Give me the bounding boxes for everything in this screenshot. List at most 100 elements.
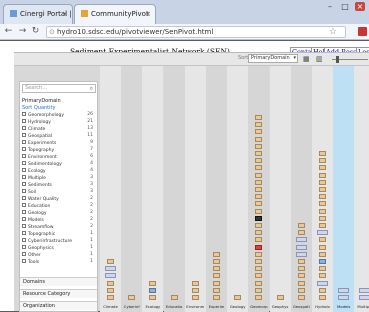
resource-tile[interactable] — [255, 179, 263, 185]
facet-checkbox[interactable] — [22, 119, 26, 123]
resource-tile[interactable] — [255, 165, 263, 171]
resource-tile[interactable] — [319, 208, 326, 214]
extension-icon[interactable] — [358, 27, 367, 36]
facet-checkbox[interactable] — [22, 189, 26, 193]
resource-tile[interactable] — [255, 223, 263, 228]
resource-tile[interactable] — [255, 280, 263, 286]
resource-tile[interactable] — [297, 259, 305, 264]
resource-tile[interactable] — [213, 273, 220, 279]
resource-tile[interactable] — [107, 287, 114, 293]
facet-item[interactable]: Tools 1 — [22, 259, 96, 265]
pivot-column[interactable]: Environm — [184, 66, 206, 312]
pivot-column[interactable]: Cyberinf — [121, 66, 143, 312]
resource-tile[interactable] — [255, 251, 263, 257]
facet-item[interactable]: Streamflow 2 — [22, 224, 96, 230]
resource-tile[interactable] — [170, 295, 178, 300]
resource-tile[interactable] — [297, 273, 305, 279]
facet-item[interactable]: Sediments 3 — [22, 182, 96, 188]
resource-tile[interactable] — [107, 259, 114, 264]
resource-tile[interactable] — [319, 273, 326, 279]
resource-tile[interactable] — [319, 295, 326, 300]
facet-item[interactable]: Climate 13 — [22, 126, 96, 132]
resource-tile[interactable] — [297, 223, 305, 228]
minimize-button[interactable]: – — [325, 2, 335, 11]
facet-item[interactable]: Education 2 — [22, 203, 96, 209]
facet-checkbox[interactable] — [22, 175, 26, 179]
facet-item[interactable]: Topographic 1 — [22, 231, 96, 237]
maximize-button[interactable]: □ — [340, 2, 350, 11]
resource-tile[interactable] — [149, 280, 157, 286]
tab-cinergi[interactable]: Cinergi Portal | Hom × — [3, 4, 73, 24]
resource-tile[interactable] — [255, 287, 263, 293]
resource-tile[interactable] — [105, 266, 116, 272]
facet-checkbox[interactable] — [22, 133, 26, 137]
pivot-column[interactable]: Geomorp — [248, 66, 270, 312]
resource-tile[interactable] — [255, 237, 263, 243]
resource-tile[interactable] — [255, 151, 263, 156]
resource-tile[interactable] — [105, 273, 116, 279]
resource-tile[interactable] — [255, 115, 263, 120]
facet-item[interactable]: Geospatial 11 — [22, 133, 96, 139]
grid-view-icon[interactable]: ▦ — [303, 55, 310, 63]
resource-tile[interactable] — [107, 280, 114, 286]
resource-tile[interactable] — [255, 230, 263, 236]
pivot-column[interactable]: Educatio — [163, 66, 185, 312]
facet-checkbox[interactable] — [22, 252, 26, 256]
resource-tile[interactable] — [319, 194, 326, 200]
resource-tile[interactable] — [338, 295, 350, 300]
resource-tile[interactable] — [234, 295, 242, 300]
facet-checkbox[interactable] — [22, 245, 26, 249]
resource-tile[interactable] — [255, 215, 263, 221]
search-input[interactable]: Search... ⌕ — [22, 84, 96, 93]
resource-tile[interactable] — [191, 295, 199, 300]
facet-checkbox[interactable] — [22, 126, 26, 130]
facet-checkbox[interactable] — [22, 224, 26, 228]
resource-tile[interactable] — [319, 251, 326, 257]
forward-icon[interactable]: → — [18, 26, 27, 37]
pivot-column[interactable]: Multiple — [354, 66, 369, 312]
resource-tile[interactable] — [297, 266, 305, 272]
resource-tile[interactable] — [213, 280, 220, 286]
resource-tile[interactable] — [319, 223, 326, 228]
facet-sort[interactable]: Sort Quantity — [22, 105, 55, 111]
resource-tile[interactable] — [149, 287, 157, 293]
resource-tile[interactable] — [255, 266, 263, 272]
resource-tile[interactable] — [319, 179, 326, 185]
facet-checkbox[interactable] — [22, 238, 26, 242]
sort-select[interactable]: PrimaryDomain ▾ — [248, 54, 298, 63]
resource-tile[interactable] — [149, 295, 157, 300]
pivot-column[interactable]: Geospati — [290, 66, 312, 312]
pivot-column[interactable]: Experim — [206, 66, 227, 312]
facet-checkbox[interactable] — [22, 161, 26, 165]
facet-item[interactable]: Geology 2 — [22, 210, 96, 216]
resource-tile[interactable] — [213, 287, 220, 293]
resource-tile[interactable] — [255, 122, 263, 128]
resource-tile[interactable] — [319, 266, 326, 272]
pivot-column[interactable]: Models — [333, 66, 355, 312]
resource-tile[interactable] — [255, 136, 263, 142]
facet-checkbox[interactable] — [22, 147, 26, 151]
pivot-column[interactable]: Hydrolo — [312, 66, 333, 312]
resource-tile[interactable] — [317, 230, 328, 236]
resource-tile[interactable] — [255, 158, 263, 164]
facet-item[interactable]: Soil 3 — [22, 189, 96, 195]
resource-tile[interactable] — [213, 266, 220, 272]
pivot-column[interactable]: Ecology — [142, 66, 164, 312]
resource-tile[interactable] — [213, 259, 220, 264]
facet-item[interactable]: Other 1 — [22, 252, 96, 258]
facet-item[interactable]: Topography 7 — [22, 147, 96, 153]
resource-tile[interactable] — [319, 259, 326, 264]
zoom-slider[interactable] — [332, 56, 368, 63]
resource-tile[interactable] — [213, 295, 220, 300]
facet-heading[interactable]: PrimaryDomain — [22, 98, 61, 104]
facet-item[interactable]: Environment 6 — [22, 154, 96, 160]
facet-item[interactable]: Ecology 4 — [22, 168, 96, 174]
resource-tile[interactable] — [297, 295, 305, 300]
facet-checkbox[interactable] — [22, 112, 26, 116]
resource-tile[interactable] — [319, 244, 326, 250]
resource-tile[interactable] — [319, 151, 326, 156]
resource-tile[interactable] — [319, 201, 326, 207]
facet-checkbox[interactable] — [22, 196, 26, 200]
resource-tile[interactable] — [317, 280, 328, 286]
facet-checkbox[interactable] — [22, 168, 26, 172]
